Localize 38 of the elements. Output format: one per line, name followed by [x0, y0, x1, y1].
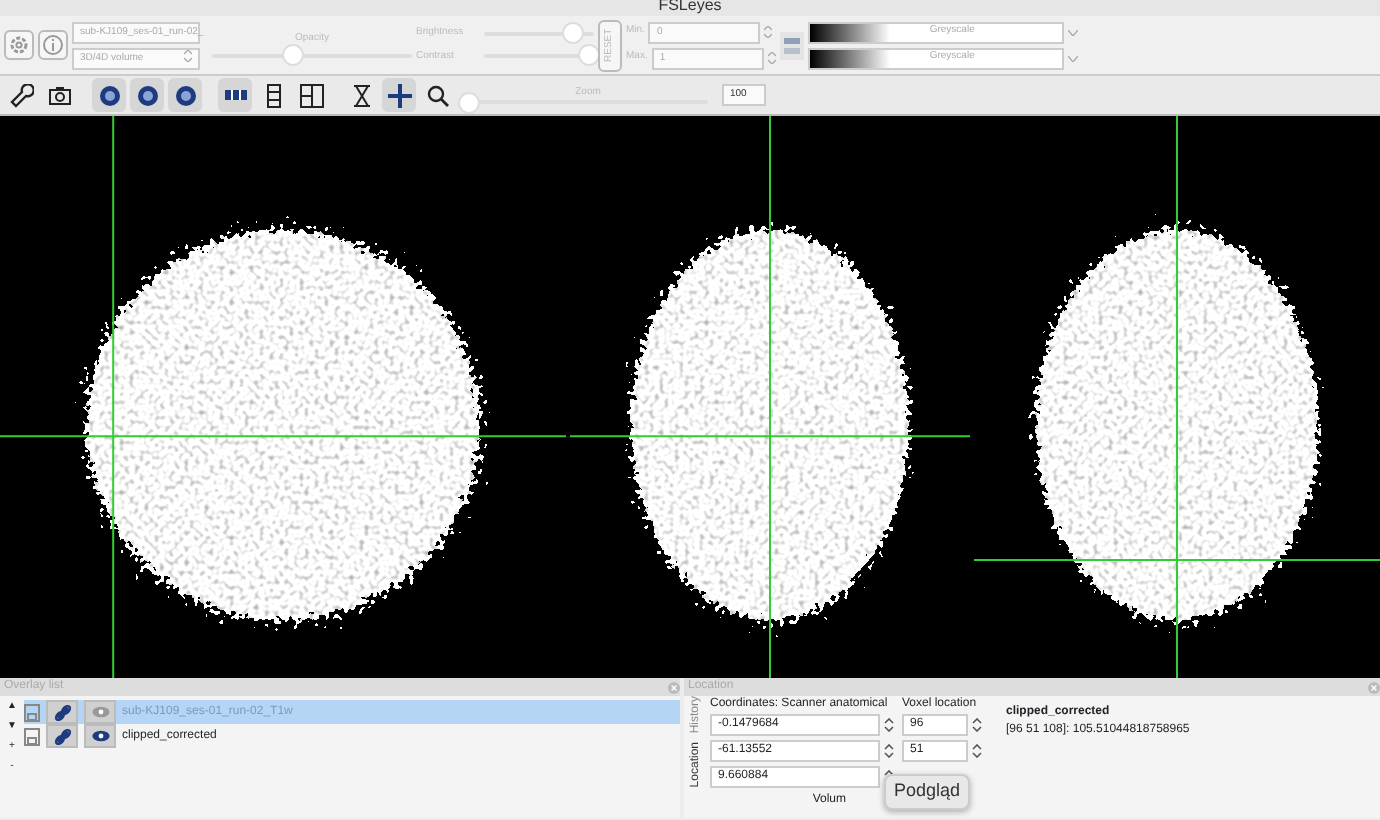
toggle-tool-button[interactable]	[92, 78, 126, 112]
save-icon	[24, 727, 40, 745]
colormap-icon	[779, 31, 804, 59]
crosshair-icon	[387, 83, 411, 107]
brightness-slider-thumb[interactable]	[562, 21, 584, 44]
settings-icon	[8, 34, 30, 56]
spinner-icon[interactable]	[884, 744, 894, 758]
colormap-gradient	[809, 23, 890, 41]
spinner-icon	[764, 26, 773, 38]
link-icon	[53, 727, 71, 745]
cross-tool-button[interactable]	[382, 78, 416, 112]
toggle-icon	[173, 83, 197, 107]
link-icon	[53, 703, 71, 721]
grid-layout-icon	[299, 83, 323, 107]
dropdown-arrow-icon	[184, 49, 192, 67]
zoom-slider-thumb[interactable]	[458, 92, 480, 115]
spinner-icon[interactable]	[972, 744, 982, 758]
wrench-icon	[9, 83, 33, 107]
spinner-icon[interactable]	[972, 718, 982, 732]
toggle-icon	[135, 83, 159, 107]
info-button[interactable]	[38, 30, 68, 60]
toggle-icon	[97, 83, 121, 107]
spinner-icon[interactable]	[884, 718, 894, 732]
grid-tool-button[interactable]	[294, 78, 328, 112]
camera-icon	[47, 83, 71, 107]
toggle-tool-button[interactable]	[130, 78, 164, 112]
vertical-layout-icon	[261, 83, 285, 107]
colormap-gradient	[809, 49, 890, 67]
info-icon	[42, 34, 64, 56]
opacity-slider-thumb[interactable]	[282, 44, 304, 67]
spinner-icon	[767, 52, 776, 64]
toggle-tool-button[interactable]	[168, 78, 202, 112]
tooltip: Podgląd	[884, 774, 971, 809]
settings-button[interactable]	[4, 30, 34, 60]
search-icon	[425, 83, 449, 107]
save-icon	[24, 703, 40, 721]
h-tool-button[interactable]	[218, 78, 252, 112]
contrast-slider-thumb[interactable]	[578, 44, 601, 67]
